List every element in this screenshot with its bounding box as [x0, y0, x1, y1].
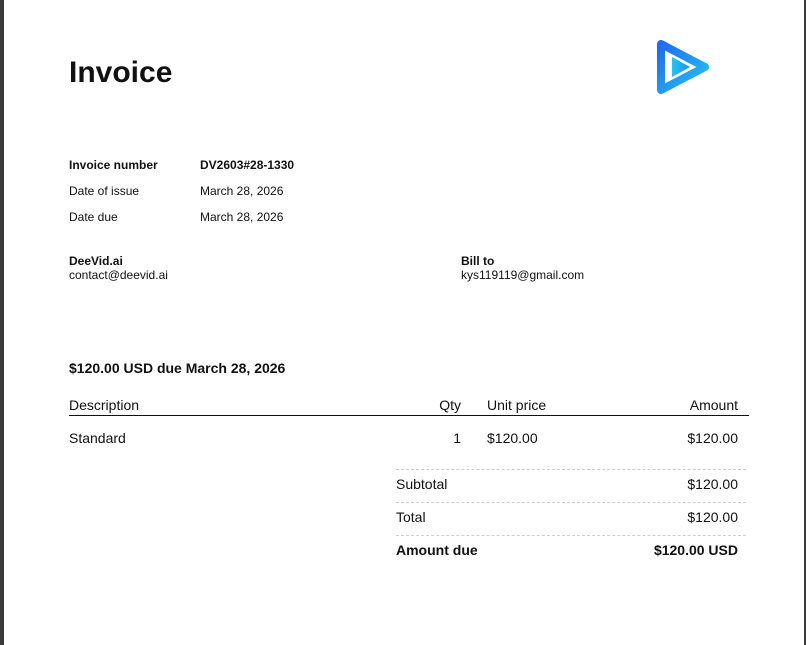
totals-value: $120.00 [687, 476, 738, 492]
date-due-row: Date due March 28, 2026 [69, 204, 294, 230]
invoice-meta: Invoice number DV2603#28-1330 Date of is… [69, 152, 294, 230]
header-qty: Qty [439, 397, 461, 413]
bill-to-email: kys119119@gmail.com [461, 268, 585, 282]
header-amount: Amount [689, 397, 738, 413]
invoice-number-row: Invoice number DV2603#28-1330 [69, 152, 294, 178]
invoice-page: Invoice Invoice number DV2603#28-1330 Da… [4, 0, 804, 645]
seller-email: contact@deevid.ai [69, 268, 168, 282]
seller-name: DeeVid.ai [69, 254, 123, 268]
item-description: Standard [69, 430, 126, 446]
header-unit-price: Unit price [487, 397, 547, 413]
seller-info: DeeVid.ai contact@deevid.ai [69, 254, 168, 282]
totals-label: Total [396, 509, 426, 525]
bill-to-info: Bill to kys119119@gmail.com [461, 254, 584, 282]
amount-due-summary: $120.00 USD due March 28, 2026 [69, 360, 286, 376]
totals-value: $120.00 [687, 509, 738, 525]
totals-label: Subtotal [396, 476, 448, 492]
meta-label: Date due [69, 210, 118, 224]
page-title: Invoice [69, 56, 173, 89]
subtotal-row: Subtotal $120.00 [396, 469, 746, 502]
item-qty: 1 [453, 430, 461, 446]
play-logo-icon [657, 40, 709, 94]
total-row: Total $120.00 [396, 502, 746, 535]
meta-value: March 28, 2026 [200, 184, 284, 198]
amount-due-row: Amount due $120.00 USD [396, 535, 746, 568]
item-amount: $120.00 [687, 430, 738, 446]
totals-label: Amount due [396, 542, 478, 558]
date-of-issue-row: Date of issue March 28, 2026 [69, 178, 294, 204]
line-items-table: Description Qty Unit price Amount Standa… [69, 395, 749, 448]
meta-value: March 28, 2026 [200, 210, 284, 224]
meta-value: DV2603#28-1330 [200, 158, 295, 172]
item-unit-price: $120.00 [487, 430, 538, 446]
table-header: Description Qty Unit price Amount [69, 395, 749, 416]
totals-section: Subtotal $120.00 Total $120.00 Amount du… [396, 469, 746, 568]
header-description: Description [69, 397, 140, 413]
table-row: Standard 1 $120.00 $120.00 [69, 428, 749, 448]
bill-to-label: Bill to [461, 254, 495, 268]
meta-label: Date of issue [69, 184, 140, 198]
meta-label: Invoice number [69, 158, 158, 172]
totals-value: $120.00 USD [653, 542, 738, 558]
